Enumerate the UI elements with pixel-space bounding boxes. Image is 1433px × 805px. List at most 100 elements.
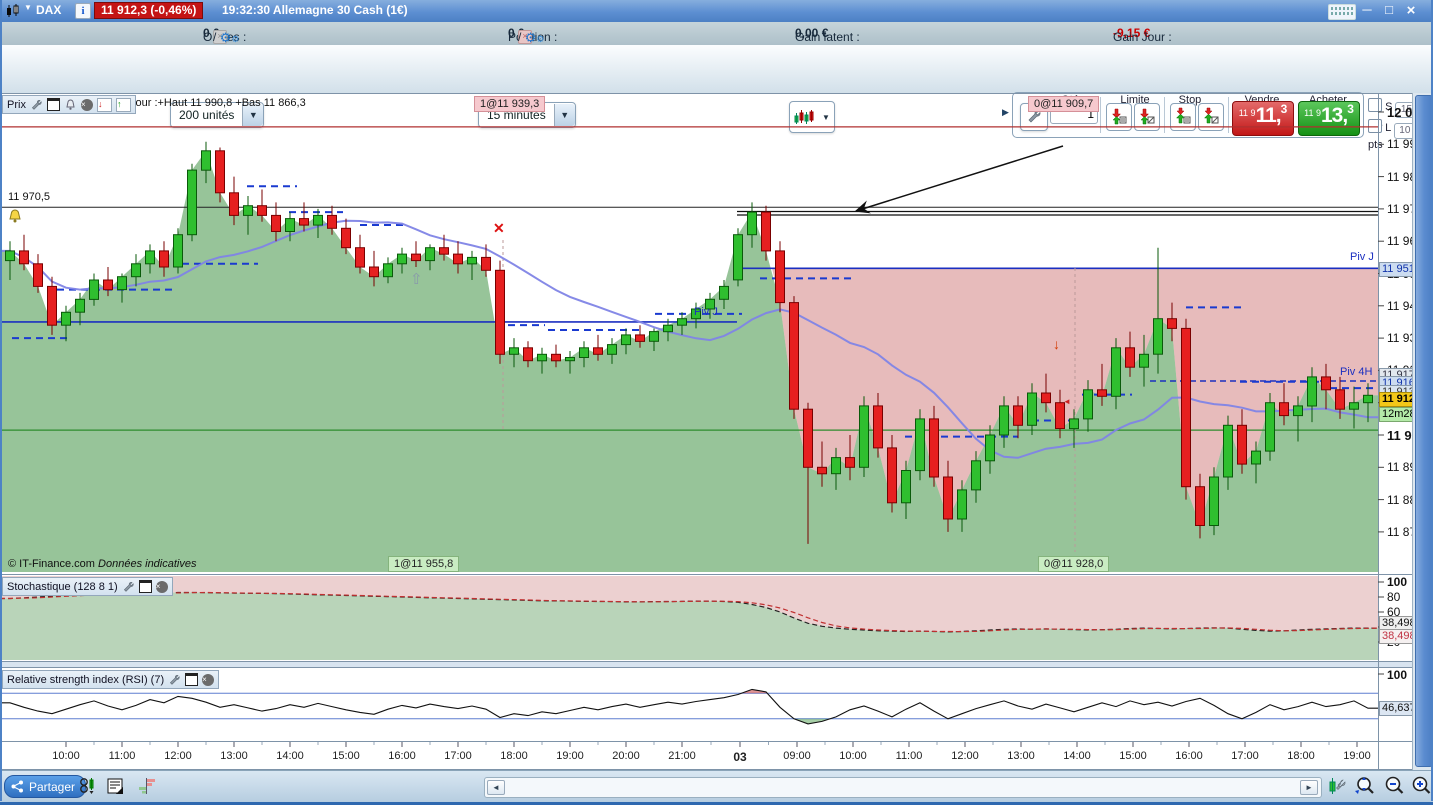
buy-marker-arrow-icon: ⇧	[410, 271, 423, 288]
zoom-out-icon[interactable]	[1381, 774, 1407, 798]
close-icon[interactable]: ×	[80, 98, 93, 111]
candle-body	[271, 214, 281, 232]
candle-body	[1321, 376, 1331, 391]
time-axis-label: 21:00	[668, 750, 696, 762]
sell-arrow-icon[interactable]: ↓	[96, 97, 112, 112]
alarm-bell-icon[interactable]	[6, 208, 24, 224]
candle-body	[369, 266, 379, 278]
candle-body	[1055, 402, 1065, 430]
order-left-marker-icon: ◄	[1063, 397, 1071, 406]
horizontal-scrollbar[interactable]: ◄ ►	[484, 777, 1322, 798]
scroll-left-icon[interactable]: ◄	[487, 780, 505, 795]
candle-body	[215, 150, 225, 194]
candle-body	[551, 353, 561, 362]
window-frame-left	[0, 0, 2, 801]
candle-body	[537, 353, 547, 362]
candle-body	[355, 247, 365, 268]
candle-body	[901, 470, 911, 504]
scroll-right-icon[interactable]: ►	[1300, 780, 1318, 795]
wrench-icon[interactable]	[30, 99, 43, 111]
candle-body	[1139, 353, 1149, 368]
orders-separator: /	[213, 30, 217, 44]
candle-body	[719, 285, 729, 300]
candle-body	[1027, 392, 1037, 426]
instrument-symbol: DAX	[36, 3, 62, 17]
close-icon[interactable]: ×	[155, 580, 168, 593]
price-change-badge: 11 912,3 (-0,46%)	[94, 2, 204, 19]
candle-body	[1293, 405, 1303, 417]
time-axis-label: 11:00	[108, 750, 136, 762]
candle-body	[803, 408, 813, 468]
link-chart-icon[interactable]	[76, 775, 98, 797]
stoch-axis-label: 80	[1387, 590, 1401, 604]
position-settings-icon[interactable]: ⚙⚙	[525, 30, 545, 46]
minimize-button[interactable]: ─	[1358, 2, 1376, 17]
candle-body	[1209, 476, 1219, 526]
candle-body	[299, 218, 309, 226]
close-icon[interactable]: ×	[202, 673, 215, 686]
candle-body	[117, 276, 127, 291]
candle-body	[75, 298, 85, 313]
candle-body	[397, 253, 407, 265]
time-axis-label: 09:00	[783, 750, 811, 762]
candle-body	[257, 205, 267, 216]
time-axis-label: 19:00	[1343, 750, 1371, 762]
info-icon[interactable]: i	[75, 3, 91, 19]
candle-body	[173, 234, 183, 268]
working-order-badge[interactable]: 0@11 909,7	[1028, 96, 1100, 112]
instrument-dropdown-arrow[interactable]: ▼	[24, 3, 32, 12]
alert-level-label: 11 970,5	[8, 191, 51, 203]
candle-body	[929, 418, 939, 478]
candle-body	[411, 253, 421, 262]
working-order-badge[interactable]: 1@11 939,3	[474, 96, 546, 112]
candle-body	[159, 250, 169, 268]
session-info: 19:32:30 Allemagne 30 Cash (1€)	[222, 3, 408, 17]
day-high-low-stats: Jour :+Haut 11 990,8 +Bas 11 866,3	[130, 97, 306, 109]
keyboard-icon[interactable]	[1328, 4, 1356, 20]
detach-window-icon[interactable]	[138, 580, 152, 593]
candle-body	[145, 250, 155, 265]
candle-body	[733, 234, 743, 281]
candle-body	[5, 250, 15, 262]
piv-4h-label: Piv 4H	[1340, 366, 1373, 378]
zoom-in-icon[interactable]	[1408, 774, 1433, 798]
close-button[interactable]: ×	[1402, 2, 1420, 19]
candle-body	[1097, 389, 1107, 397]
time-axis-label: 19:00	[556, 750, 584, 762]
candle-body	[621, 334, 631, 346]
orders-settings-icon[interactable]: ⚙⚙	[220, 30, 240, 46]
position-group: Position : 0 × / 0 ⚙⚙	[508, 26, 557, 45]
buy-arrow-icon[interactable]: ↑	[115, 97, 131, 112]
execution-badge: 1@11 955,8	[388, 556, 460, 572]
candle-body	[579, 347, 589, 358]
time-axis-label: 11:00	[895, 750, 923, 762]
vertical-scrollbar[interactable]	[1412, 93, 1433, 770]
share-button[interactable]: Partager	[4, 775, 87, 798]
candle-body	[649, 331, 659, 342]
status-bar: Partager ◄ ►	[0, 770, 1433, 805]
candle-body	[523, 347, 533, 362]
instrument-candle-icon	[7, 4, 19, 17]
wrench-icon[interactable]	[122, 581, 135, 593]
candle-body	[425, 247, 435, 262]
gain-jour-group: Gain Jour : -9,15 €	[1113, 26, 1172, 44]
time-axis-label: 10:00	[52, 750, 80, 762]
candle-settings-icon[interactable]	[1324, 774, 1350, 798]
info-bar: Ordres : 0 × / 0 ⚙⚙ Position : 0 × / 0 ⚙…	[0, 22, 1433, 46]
candle-body	[187, 169, 197, 236]
candle-body	[957, 489, 967, 520]
candle-body	[341, 227, 351, 249]
stoch-axis-label: 100	[1387, 575, 1408, 589]
cancel-order-x-icon[interactable]: ✕	[493, 220, 505, 237]
bell-icon[interactable]	[64, 98, 77, 111]
candle-body	[775, 250, 785, 304]
wrench-icon[interactable]	[168, 674, 181, 686]
order-book-icon[interactable]	[136, 775, 158, 797]
detach-window-icon[interactable]	[185, 673, 199, 686]
maximize-button[interactable]: □	[1380, 2, 1398, 17]
orders-group: Ordres : 0 × / 0 ⚙⚙	[203, 26, 246, 45]
copyright: © IT-Finance.com Données indicatives	[8, 558, 196, 570]
zoom-fit-icon[interactable]	[1352, 774, 1378, 798]
detach-window-icon[interactable]	[46, 98, 60, 111]
news-icon[interactable]	[104, 775, 126, 797]
